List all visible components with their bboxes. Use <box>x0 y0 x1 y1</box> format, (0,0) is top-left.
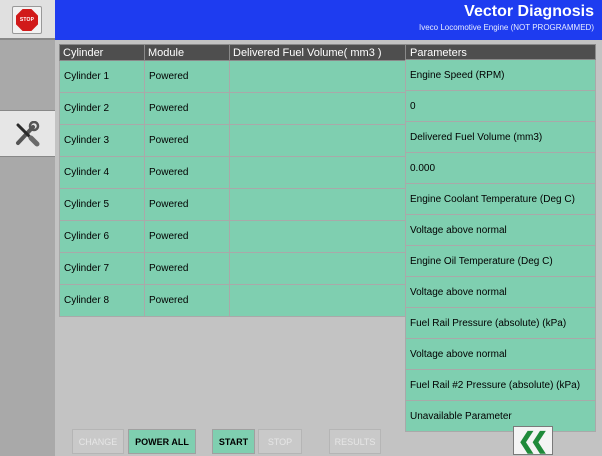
parameter-name[interactable]: Fuel Rail Pressure (absolute) (kPa) <box>405 308 596 339</box>
module-cell[interactable]: Powered <box>144 60 230 93</box>
tools-button[interactable] <box>0 110 55 157</box>
parameter-value: 0.000 <box>405 153 596 184</box>
fuel-cell <box>229 60 406 93</box>
table-row[interactable]: Cylinder 8 Powered <box>59 284 406 317</box>
app-subtitle: Iveco Locomotive Engine (NOT PROGRAMMED) <box>418 23 594 32</box>
cylinder-cell: Cylinder 2 <box>59 92 145 125</box>
module-cell[interactable]: Powered <box>144 284 230 317</box>
table-header-row: Cylinder Module Delivered Fuel Volume( m… <box>59 44 406 61</box>
parameter-name[interactable]: Engine Speed (RPM) <box>405 60 596 91</box>
cylinder-cell: Cylinder 8 <box>59 284 145 317</box>
parameter-name[interactable]: Engine Coolant Temperature (Deg C) <box>405 184 596 215</box>
cylinder-cell: Cylinder 6 <box>59 220 145 253</box>
table-row[interactable]: Cylinder 1 Powered <box>59 60 406 93</box>
sidebar: STOP <box>0 0 55 456</box>
stop-test-button[interactable]: STOP <box>258 429 302 454</box>
parameter-value: Voltage above normal <box>405 339 596 370</box>
fuel-cell <box>229 92 406 125</box>
table-row[interactable]: Cylinder 3 Powered <box>59 124 406 157</box>
tools-icon <box>16 121 40 147</box>
fuel-cell <box>229 220 406 253</box>
parameter-value: Voltage above normal <box>405 277 596 308</box>
cylinder-cell: Cylinder 1 <box>59 60 145 93</box>
column-header-cylinder: Cylinder <box>59 44 145 61</box>
parameter-value: Unavailable Parameter <box>405 401 596 432</box>
parameter-name[interactable]: Engine Oil Temperature (Deg C) <box>405 246 596 277</box>
stop-button-label: STOP <box>19 17 35 23</box>
module-cell[interactable]: Powered <box>144 124 230 157</box>
module-cell[interactable]: Powered <box>144 220 230 253</box>
content-panel: Cylinder Module Delivered Fuel Volume( m… <box>55 40 602 456</box>
stop-sign-icon: STOP <box>16 9 38 31</box>
module-cell[interactable]: Powered <box>144 188 230 221</box>
fuel-cell <box>229 284 406 317</box>
column-header-module: Module <box>144 44 230 61</box>
fuel-cell <box>229 124 406 157</box>
change-button[interactable]: CHANGE <box>72 429 124 454</box>
module-cell[interactable]: Powered <box>144 252 230 285</box>
cylinder-table: Cylinder Module Delivered Fuel Volume( m… <box>59 44 406 317</box>
app-title: Vector Diagnosis <box>464 3 594 20</box>
parameters-header: Parameters <box>405 44 596 60</box>
table-row[interactable]: Cylinder 2 Powered <box>59 92 406 125</box>
cylinder-cell: Cylinder 7 <box>59 252 145 285</box>
module-cell[interactable]: Powered <box>144 156 230 189</box>
fuel-cell <box>229 156 406 189</box>
table-row[interactable]: Cylinder 7 Powered <box>59 252 406 285</box>
cylinder-cell: Cylinder 4 <box>59 156 145 189</box>
parameter-name[interactable]: Fuel Rail #2 Pressure (absolute) (kPa) <box>405 370 596 401</box>
table-row[interactable]: Cylinder 6 Powered <box>59 220 406 253</box>
stop-cell: STOP <box>0 0 55 40</box>
fuel-cell <box>229 252 406 285</box>
start-button[interactable]: START <box>212 429 255 454</box>
table-row[interactable]: Cylinder 5 Powered <box>59 188 406 221</box>
double-chevron-left-icon: ❮❮ <box>517 427 549 453</box>
cylinder-cell: Cylinder 5 <box>59 188 145 221</box>
results-button[interactable]: RESULTS <box>329 429 381 454</box>
parameters-panel: Parameters Engine Speed (RPM) 0 Delivere… <box>405 44 596 432</box>
back-button[interactable]: ❮❮ <box>513 426 553 455</box>
stop-button[interactable]: STOP <box>12 6 42 34</box>
power-all-button[interactable]: POWER ALL <box>128 429 196 454</box>
parameter-name[interactable]: Delivered Fuel Volume (mm3) <box>405 122 596 153</box>
header-bar: Vector Diagnosis Iveco Locomotive Engine… <box>55 0 602 40</box>
fuel-cell <box>229 188 406 221</box>
table-row[interactable]: Cylinder 4 Powered <box>59 156 406 189</box>
parameter-value: Voltage above normal <box>405 215 596 246</box>
cylinder-cell: Cylinder 3 <box>59 124 145 157</box>
parameter-value: 0 <box>405 91 596 122</box>
column-header-fuel-volume: Delivered Fuel Volume( mm3 ) <box>229 44 406 61</box>
module-cell[interactable]: Powered <box>144 92 230 125</box>
